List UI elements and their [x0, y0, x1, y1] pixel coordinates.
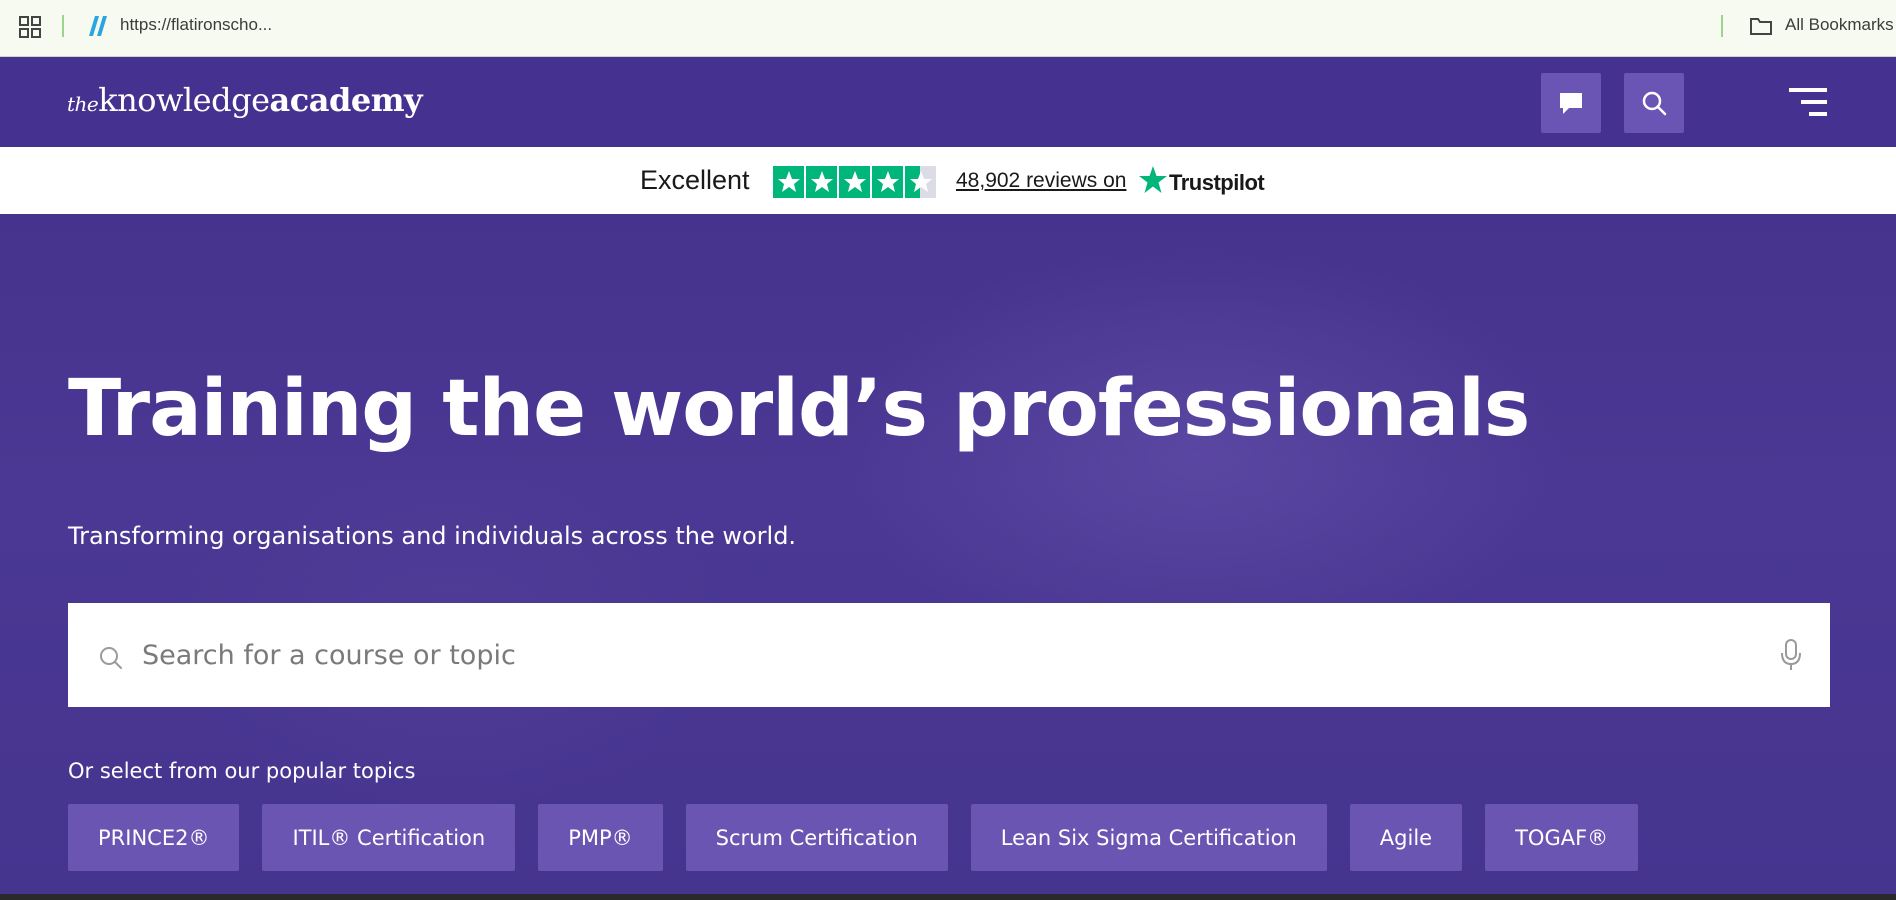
topic-button-itil[interactable]: ITIL® Certification	[262, 804, 516, 871]
bookmark-url[interactable]: https://flatironscho...	[120, 15, 272, 35]
bookmark-separator	[1721, 15, 1723, 37]
search-icon	[100, 647, 122, 669]
folder-icon[interactable]	[1749, 15, 1773, 37]
course-search-box[interactable]	[68, 603, 1830, 707]
hero-title: Training the world’s professionals	[68, 364, 1530, 454]
flatiron-favicon-icon[interactable]	[87, 14, 111, 38]
site-header: theknowledgeacademy	[0, 57, 1896, 147]
topic-button-agile[interactable]: Agile	[1349, 804, 1463, 871]
course-search-input[interactable]	[142, 627, 1702, 683]
chat-icon	[1560, 93, 1582, 114]
chat-button[interactable]	[1541, 73, 1601, 133]
topic-button-prince2[interactable]: PRINCE2®	[68, 804, 240, 871]
popular-topics-list: PRINCE2® ITIL® Certification PMP® Scrum …	[68, 804, 1639, 871]
trustpilot-stars-icon	[773, 166, 936, 198]
popular-topics-label: Or select from our popular topics	[68, 759, 416, 783]
topic-button-scrum[interactable]: Scrum Certification	[685, 804, 948, 871]
hero-section: Training the world’s professionals Trans…	[0, 214, 1896, 900]
page-bottom-edge	[0, 894, 1896, 900]
logo-academy: academy	[269, 81, 423, 119]
trustpilot-strip[interactable]: Excellent 48,902 reviews on Trustpilot	[0, 147, 1896, 214]
topic-button-lean-six-sigma[interactable]: Lean Six Sigma Certification	[970, 804, 1327, 871]
bookmark-separator	[62, 15, 64, 37]
trustpilot-star-icon	[1139, 166, 1167, 193]
hero-subtitle: Transforming organisations and individua…	[68, 522, 797, 550]
search-icon	[1642, 91, 1667, 116]
topic-button-togaf[interactable]: TOGAF®	[1485, 804, 1639, 871]
trustpilot-brand: Trustpilot	[1169, 170, 1265, 195]
search-button[interactable]	[1624, 73, 1684, 133]
apps-grid-icon[interactable]	[19, 16, 41, 38]
browser-bookmarks-bar: https://flatironscho... All Bookmarks	[0, 0, 1896, 57]
logo-knowledge: knowledge	[98, 81, 270, 119]
hamburger-menu-icon[interactable]	[1787, 86, 1829, 118]
microphone-icon[interactable]	[1780, 639, 1802, 671]
all-bookmarks-label[interactable]: All Bookmarks	[1785, 15, 1894, 35]
trustpilot-reviews-link[interactable]: 48,902 reviews on	[956, 169, 1126, 193]
logo[interactable]: theknowledgeacademy	[67, 81, 423, 119]
topic-button-pmp[interactable]: PMP®	[538, 804, 663, 871]
trustpilot-rating-word: Excellent	[640, 165, 750, 195]
logo-the: the	[67, 92, 99, 116]
